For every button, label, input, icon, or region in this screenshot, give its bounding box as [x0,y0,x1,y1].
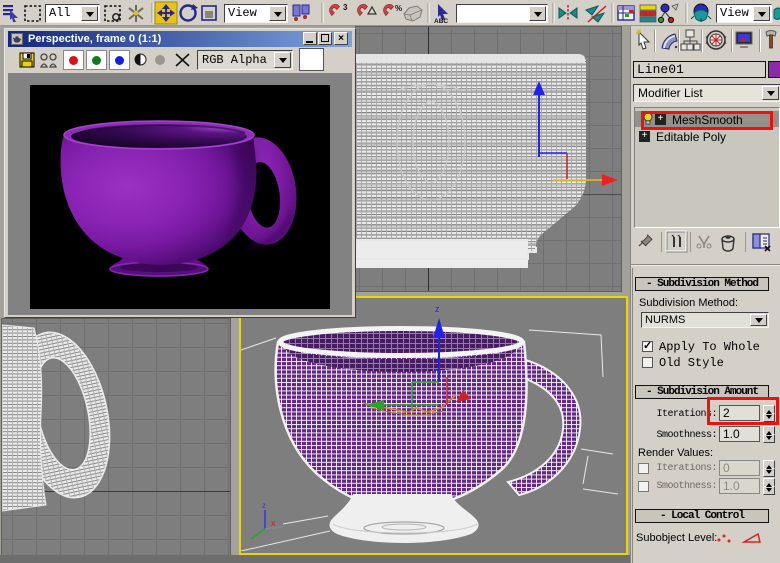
svg-text:%: % [395,4,402,13]
svg-text:z: z [435,304,440,314]
svg-text:3: 3 [343,3,348,12]
svg-text:z: z [262,501,266,510]
svg-text:x: x [271,518,276,528]
svg-text:ABC: ABC [434,18,448,25]
